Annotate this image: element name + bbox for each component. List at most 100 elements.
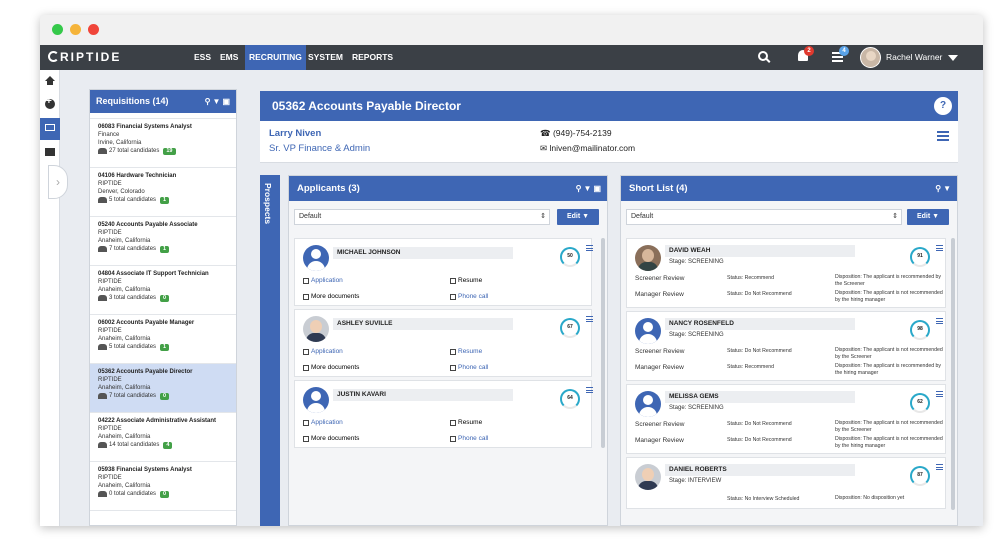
checkbox[interactable] bbox=[303, 419, 309, 426]
application-checkbox[interactable]: Application bbox=[303, 277, 343, 284]
checkbox-label[interactable]: Resume bbox=[458, 348, 482, 355]
resume-checkbox[interactable]: Resume bbox=[450, 348, 482, 355]
card-menu-icon[interactable] bbox=[586, 245, 593, 251]
checkbox[interactable] bbox=[303, 277, 309, 284]
expand-sidebar-tab[interactable]: › bbox=[48, 165, 68, 199]
window-maximize-button[interactable] bbox=[52, 24, 63, 35]
review-status: Status: Do Not Recommend bbox=[727, 437, 792, 443]
shortlist-scrollbar[interactable] bbox=[951, 238, 955, 510]
checkbox[interactable] bbox=[303, 293, 309, 300]
list-item[interactable]: 04106 Hardware Technician RIPTIDE Denver… bbox=[90, 168, 236, 217]
candidate-name[interactable]: DANIEL ROBERTS bbox=[665, 464, 855, 476]
card-menu-icon[interactable] bbox=[586, 316, 593, 322]
shortlist-card[interactable]: DAVID WEAH Stage: SCREENING 91 Screener … bbox=[626, 238, 946, 308]
window-close-button[interactable] bbox=[88, 24, 99, 35]
applicant-name[interactable]: MICHAEL JOHNSON bbox=[333, 247, 513, 259]
application-checkbox[interactable]: Application bbox=[303, 419, 343, 426]
checkbox[interactable] bbox=[450, 419, 456, 426]
nav-reports[interactable]: REPORTS bbox=[348, 45, 397, 70]
search-icon[interactable]: ⚲ bbox=[935, 184, 943, 193]
candidate-name[interactable]: NANCY ROSENFELD bbox=[665, 318, 855, 330]
shortlist-view-select[interactable]: Default bbox=[626, 209, 902, 225]
user-avatar[interactable] bbox=[860, 47, 881, 68]
checkbox-label[interactable]: Phone call bbox=[458, 435, 488, 442]
checkbox-label[interactable]: Phone call bbox=[458, 293, 488, 300]
checkbox[interactable] bbox=[303, 348, 309, 355]
list-item[interactable]: 04222 Associate Administrative Assistant… bbox=[90, 413, 236, 462]
search-icon[interactable] bbox=[758, 51, 768, 61]
resume-checkbox[interactable]: Resume bbox=[450, 419, 482, 426]
candidate-name[interactable]: DAVID WEAH bbox=[665, 245, 855, 257]
checkbox-label[interactable]: Application bbox=[311, 419, 343, 426]
shortlist-card[interactable]: NANCY ROSENFELD Stage: SCREENING 98 Scre… bbox=[626, 311, 946, 381]
checkbox-label[interactable]: Application bbox=[311, 348, 343, 355]
checkbox[interactable] bbox=[450, 277, 456, 284]
help-icon[interactable]: ? bbox=[934, 97, 952, 115]
applicant-card[interactable]: JUSTIN KAVARI 64 Application Resume More… bbox=[294, 380, 593, 448]
prospects-tab[interactable]: Prospects bbox=[260, 175, 280, 526]
card-menu-icon[interactable] bbox=[586, 387, 593, 393]
applicant-card[interactable]: MICHAEL JOHNSON 50 Application Resume Mo… bbox=[294, 238, 593, 306]
search-icon[interactable]: ⚲ bbox=[205, 97, 213, 106]
applicant-name[interactable]: JUSTIN KAVARI bbox=[333, 389, 513, 401]
monitor-icon[interactable] bbox=[45, 124, 55, 131]
list-item[interactable]: 04804 Associate IT Support Technician RI… bbox=[90, 266, 236, 315]
card-menu-icon[interactable] bbox=[936, 318, 943, 324]
phone-call-checkbox[interactable]: Phone call bbox=[450, 364, 488, 371]
hamburger-menu-icon[interactable] bbox=[937, 131, 949, 141]
shortlist-edit-button[interactable]: Edit ▼ bbox=[907, 209, 949, 225]
notifications-badge: 2 bbox=[804, 46, 814, 56]
checkbox[interactable] bbox=[450, 435, 456, 442]
checkbox[interactable] bbox=[303, 364, 309, 371]
user-menu-chevron-down-icon[interactable] bbox=[948, 55, 958, 61]
review-label: Screener Review bbox=[635, 348, 685, 355]
applicants-edit-button[interactable]: Edit ▼ bbox=[557, 209, 599, 225]
card-menu-icon[interactable] bbox=[936, 245, 943, 251]
application-checkbox[interactable]: Application bbox=[303, 348, 343, 355]
resume-checkbox[interactable]: Resume bbox=[450, 277, 482, 284]
phone-call-checkbox[interactable]: Phone call bbox=[450, 435, 488, 442]
applicant-name[interactable]: ASHLEY SUVILLE bbox=[333, 318, 513, 330]
hiring-manager-name[interactable]: Larry Niven bbox=[269, 128, 321, 139]
list-item[interactable]: 06083 Financial Systems Analyst Finance … bbox=[90, 119, 236, 168]
nav-recruiting[interactable]: RECRUITING bbox=[245, 45, 306, 70]
shortlist-card[interactable]: MELISSA GEMS Stage: SCREENING 62 Screene… bbox=[626, 384, 946, 454]
checkbox[interactable] bbox=[450, 364, 456, 371]
nav-system[interactable]: SYSTEM bbox=[304, 45, 347, 70]
nav-ess[interactable]: ESS bbox=[190, 45, 215, 70]
checkbox[interactable] bbox=[450, 293, 456, 300]
more-documents-checkbox[interactable]: More documents bbox=[303, 435, 359, 442]
checkbox-label[interactable]: Application bbox=[311, 277, 343, 284]
collapse-icon[interactable]: ▣ bbox=[593, 184, 603, 193]
list-item[interactable]: 06002 Accounts Payable Manager RIPTIDE A… bbox=[90, 315, 236, 364]
more-documents-checkbox[interactable]: More documents bbox=[303, 293, 359, 300]
collapse-icon[interactable]: ▣ bbox=[222, 97, 232, 106]
user-name[interactable]: Rachel Warner bbox=[886, 45, 942, 70]
filter-icon[interactable]: ▼ bbox=[584, 184, 594, 193]
list-item[interactable]: 05938 Financial Systems Analyst RIPTIDE … bbox=[90, 462, 236, 511]
email-text[interactable]: lniven@mailinator.com bbox=[549, 143, 635, 153]
home-icon[interactable] bbox=[45, 76, 55, 85]
search-icon[interactable]: ⚲ bbox=[576, 184, 584, 193]
shortlist-card[interactable]: DANIEL ROBERTS Stage: INTERVIEW 87 Statu… bbox=[626, 457, 946, 509]
candidate-name[interactable]: MELISSA GEMS bbox=[665, 391, 855, 403]
checkbox-label[interactable]: Phone call bbox=[458, 364, 488, 371]
list-item-selected[interactable]: 05362 Accounts Payable Director RIPTIDE … bbox=[90, 364, 236, 413]
add-icon[interactable] bbox=[45, 96, 55, 109]
filter-icon[interactable]: ▼ bbox=[943, 184, 953, 193]
applicants-scrollbar[interactable] bbox=[601, 238, 605, 448]
applicant-card[interactable]: ASHLEY SUVILLE 67 Application Resume Mor… bbox=[294, 309, 593, 377]
window-minimize-button[interactable] bbox=[70, 24, 81, 35]
printer-icon[interactable] bbox=[45, 148, 55, 156]
more-documents-checkbox[interactable]: More documents bbox=[303, 364, 359, 371]
checkbox[interactable] bbox=[303, 435, 309, 442]
app-logo[interactable]: RIPTIDE bbox=[48, 50, 121, 64]
card-menu-icon[interactable] bbox=[936, 464, 943, 470]
checkbox[interactable] bbox=[450, 348, 456, 355]
phone-call-checkbox[interactable]: Phone call bbox=[450, 293, 488, 300]
nav-ems[interactable]: EMS bbox=[216, 45, 242, 70]
list-item[interactable]: 05240 Accounts Payable Associate RIPTIDE… bbox=[90, 217, 236, 266]
filter-icon[interactable]: ▼ bbox=[213, 97, 223, 106]
applicants-view-select[interactable]: Default bbox=[294, 209, 550, 225]
card-menu-icon[interactable] bbox=[936, 391, 943, 397]
